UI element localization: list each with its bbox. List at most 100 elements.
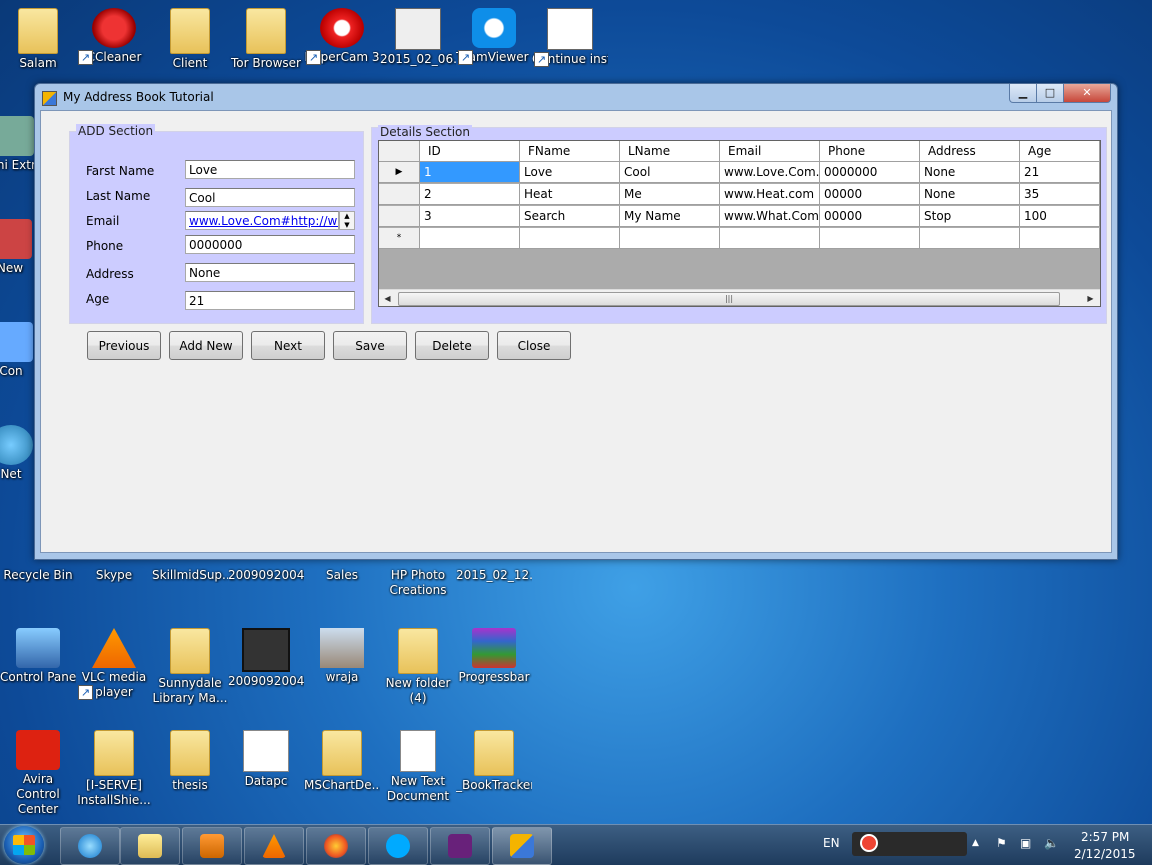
delete-button[interactable]: Delete <box>415 331 489 360</box>
row-selector[interactable] <box>379 206 420 227</box>
desktop-icon-client[interactable]: Client <box>152 2 228 71</box>
row-selector[interactable] <box>379 184 420 205</box>
minimize-button[interactable]: ▁ <box>1009 84 1037 103</box>
cell-address[interactable]: None <box>920 162 1020 183</box>
desktop-icon-hypercam[interactable]: HyperCam 3 <box>304 2 380 65</box>
add-new-button[interactable]: Add New <box>169 331 243 360</box>
desktop-icon-progressbar[interactable]: Progressbar <box>456 622 532 685</box>
desktop-icon-tor-browser[interactable]: Tor Browser <box>228 2 304 71</box>
cell-address[interactable]: None <box>920 184 1020 205</box>
desktop-icon-booktracker[interactable]: _BookTracker <box>456 724 532 793</box>
last-name-input[interactable]: Cool <box>185 188 355 207</box>
start-button[interactable] <box>4 826 44 864</box>
cell-fname[interactable]: Search <box>520 206 620 227</box>
next-button[interactable]: Next <box>251 331 325 360</box>
scroll-thumb[interactable]: ||| <box>398 292 1060 306</box>
desktop-icon-iserve[interactable]: [I-SERVE] InstallShie... <box>76 724 152 808</box>
desktop-icon-salam[interactable]: Salam <box>0 2 76 71</box>
first-name-input[interactable]: Love <box>185 160 355 179</box>
taskbar-firefox[interactable] <box>306 827 366 865</box>
desktop-icon-sunnydale[interactable]: Sunnydale Library Ma... <box>152 622 228 706</box>
taskbar-skype[interactable] <box>368 827 428 865</box>
clock-time[interactable]: 2:57 PM <box>1081 830 1129 844</box>
email-input[interactable]: www.Love.Com#http://www.L <box>185 211 339 230</box>
desktop-icon-hp-photo[interactable]: HP Photo Creations <box>380 568 456 598</box>
maximize-button[interactable]: □ <box>1036 84 1064 103</box>
table-row[interactable]: 3 Search My Name www.What.Com 00000 Stop… <box>379 206 1100 228</box>
new-cell-phone[interactable] <box>820 228 920 249</box>
volume-icon[interactable]: 🔈 <box>1044 836 1059 850</box>
column-header-lname[interactable]: LName <box>620 141 720 162</box>
desktop-icon-20090920042[interactable]: 20090920042 <box>228 568 304 583</box>
taskbar-address-book-app[interactable] <box>492 827 552 865</box>
cell-email[interactable]: www.Heat.com <box>720 184 820 205</box>
cell-id[interactable]: 3 <box>420 206 520 227</box>
cell-fname[interactable]: Heat <box>520 184 620 205</box>
window-close-button[interactable]: ✕ <box>1063 84 1111 103</box>
save-button[interactable]: Save <box>333 331 407 360</box>
grid-horizontal-scrollbar[interactable]: ◀ ||| ▶ <box>379 289 1100 306</box>
clock-date[interactable]: 2/12/2015 <box>1074 847 1136 861</box>
scroll-right-icon[interactable]: ▶ <box>1082 290 1099 306</box>
desktop-icon-2015-02-06[interactable]: 2015_02_06... <box>380 2 456 67</box>
column-header-email[interactable]: Email <box>720 141 820 162</box>
action-center-flag-icon[interactable]: ⚑ <box>996 836 1007 850</box>
desktop-icon-new-folder-4[interactable]: New folder (4) <box>380 622 456 706</box>
phone-input[interactable]: 0000000 <box>185 235 355 254</box>
language-indicator[interactable]: EN <box>823 836 840 850</box>
cell-phone[interactable]: 00000 <box>820 206 920 227</box>
cell-lname[interactable]: My Name <box>620 206 720 227</box>
show-hidden-icons-icon[interactable]: ▲ <box>972 838 979 848</box>
table-row[interactable]: ▶ 1 Love Cool www.Love.Com... 0000000 No… <box>379 162 1100 184</box>
taskbar-internet-explorer[interactable] <box>60 827 120 865</box>
new-cell-address[interactable] <box>920 228 1020 249</box>
desktop-icon-vlc[interactable]: VLC media player <box>76 622 152 700</box>
desktop-icon-skillmidsup[interactable]: SkillmidSup... <box>152 568 228 583</box>
previous-button[interactable]: Previous <box>87 331 161 360</box>
address-input[interactable]: None <box>185 263 355 282</box>
taskbar-media-player[interactable] <box>182 827 242 865</box>
cell-fname[interactable]: Love <box>520 162 620 183</box>
cell-email[interactable]: www.What.Com <box>720 206 820 227</box>
desktop-icon-2015-02-12[interactable]: 2015_02_12... <box>456 568 532 583</box>
column-header-phone[interactable]: Phone <box>820 141 920 162</box>
taskbar-visual-studio[interactable] <box>430 827 490 865</box>
cell-age[interactable]: 100 <box>1020 206 1100 227</box>
desktop-icon-control-panel[interactable]: Control Panel <box>0 622 76 685</box>
desktop-icon-skype[interactable]: Skype <box>76 568 152 583</box>
new-cell-email[interactable] <box>720 228 820 249</box>
desktop-icon-new-text-document[interactable]: New Text Document <box>380 724 456 804</box>
cell-age[interactable]: 35 <box>1020 184 1100 205</box>
network-tray-icon[interactable]: ▣ <box>1020 836 1031 850</box>
row-selector-current[interactable]: ▶ <box>379 162 420 183</box>
new-cell-lname[interactable] <box>620 228 720 249</box>
cell-age[interactable]: 21 <box>1020 162 1100 183</box>
new-cell-fname[interactable] <box>520 228 620 249</box>
record-icon[interactable] <box>860 834 878 852</box>
up-arrow-icon[interactable]: ▲ <box>344 212 349 220</box>
column-header-address[interactable]: Address <box>920 141 1020 162</box>
close-button[interactable]: Close <box>497 331 571 360</box>
desktop-icon-recycle-bin[interactable]: Recycle Bin <box>0 568 76 583</box>
scroll-left-icon[interactable]: ◀ <box>379 290 396 306</box>
cell-id[interactable]: 1 <box>420 162 520 183</box>
desktop-icon-continue-installation[interactable]: Continue installation <box>532 2 608 67</box>
new-row-marker[interactable]: * <box>379 228 420 249</box>
cell-lname[interactable]: Me <box>620 184 720 205</box>
column-header-fname[interactable]: FName <box>520 141 620 162</box>
taskbar-vlc[interactable] <box>244 827 304 865</box>
email-scroll-spinner[interactable]: ▲ ▼ <box>339 211 355 230</box>
cell-email[interactable]: www.Love.Com... <box>720 162 820 183</box>
column-header-age[interactable]: Age <box>1020 141 1100 162</box>
new-row[interactable]: * <box>379 228 1100 250</box>
age-input[interactable]: 21 <box>185 291 355 310</box>
desktop-icon-wraja[interactable]: wraja <box>304 622 380 685</box>
cell-lname[interactable]: Cool <box>620 162 720 183</box>
details-data-grid[interactable]: ID FName LName Email Phone Address Age ▶… <box>378 140 1101 307</box>
title-bar[interactable]: My Address Book Tutorial ▁ □ ✕ <box>35 84 1117 110</box>
cell-phone[interactable]: 0000000 <box>820 162 920 183</box>
cell-address[interactable]: Stop <box>920 206 1020 227</box>
taskbar-explorer[interactable] <box>120 827 180 865</box>
desktop-icon-datapc[interactable]: Datapc <box>228 724 304 789</box>
cell-id[interactable]: 2 <box>420 184 520 205</box>
